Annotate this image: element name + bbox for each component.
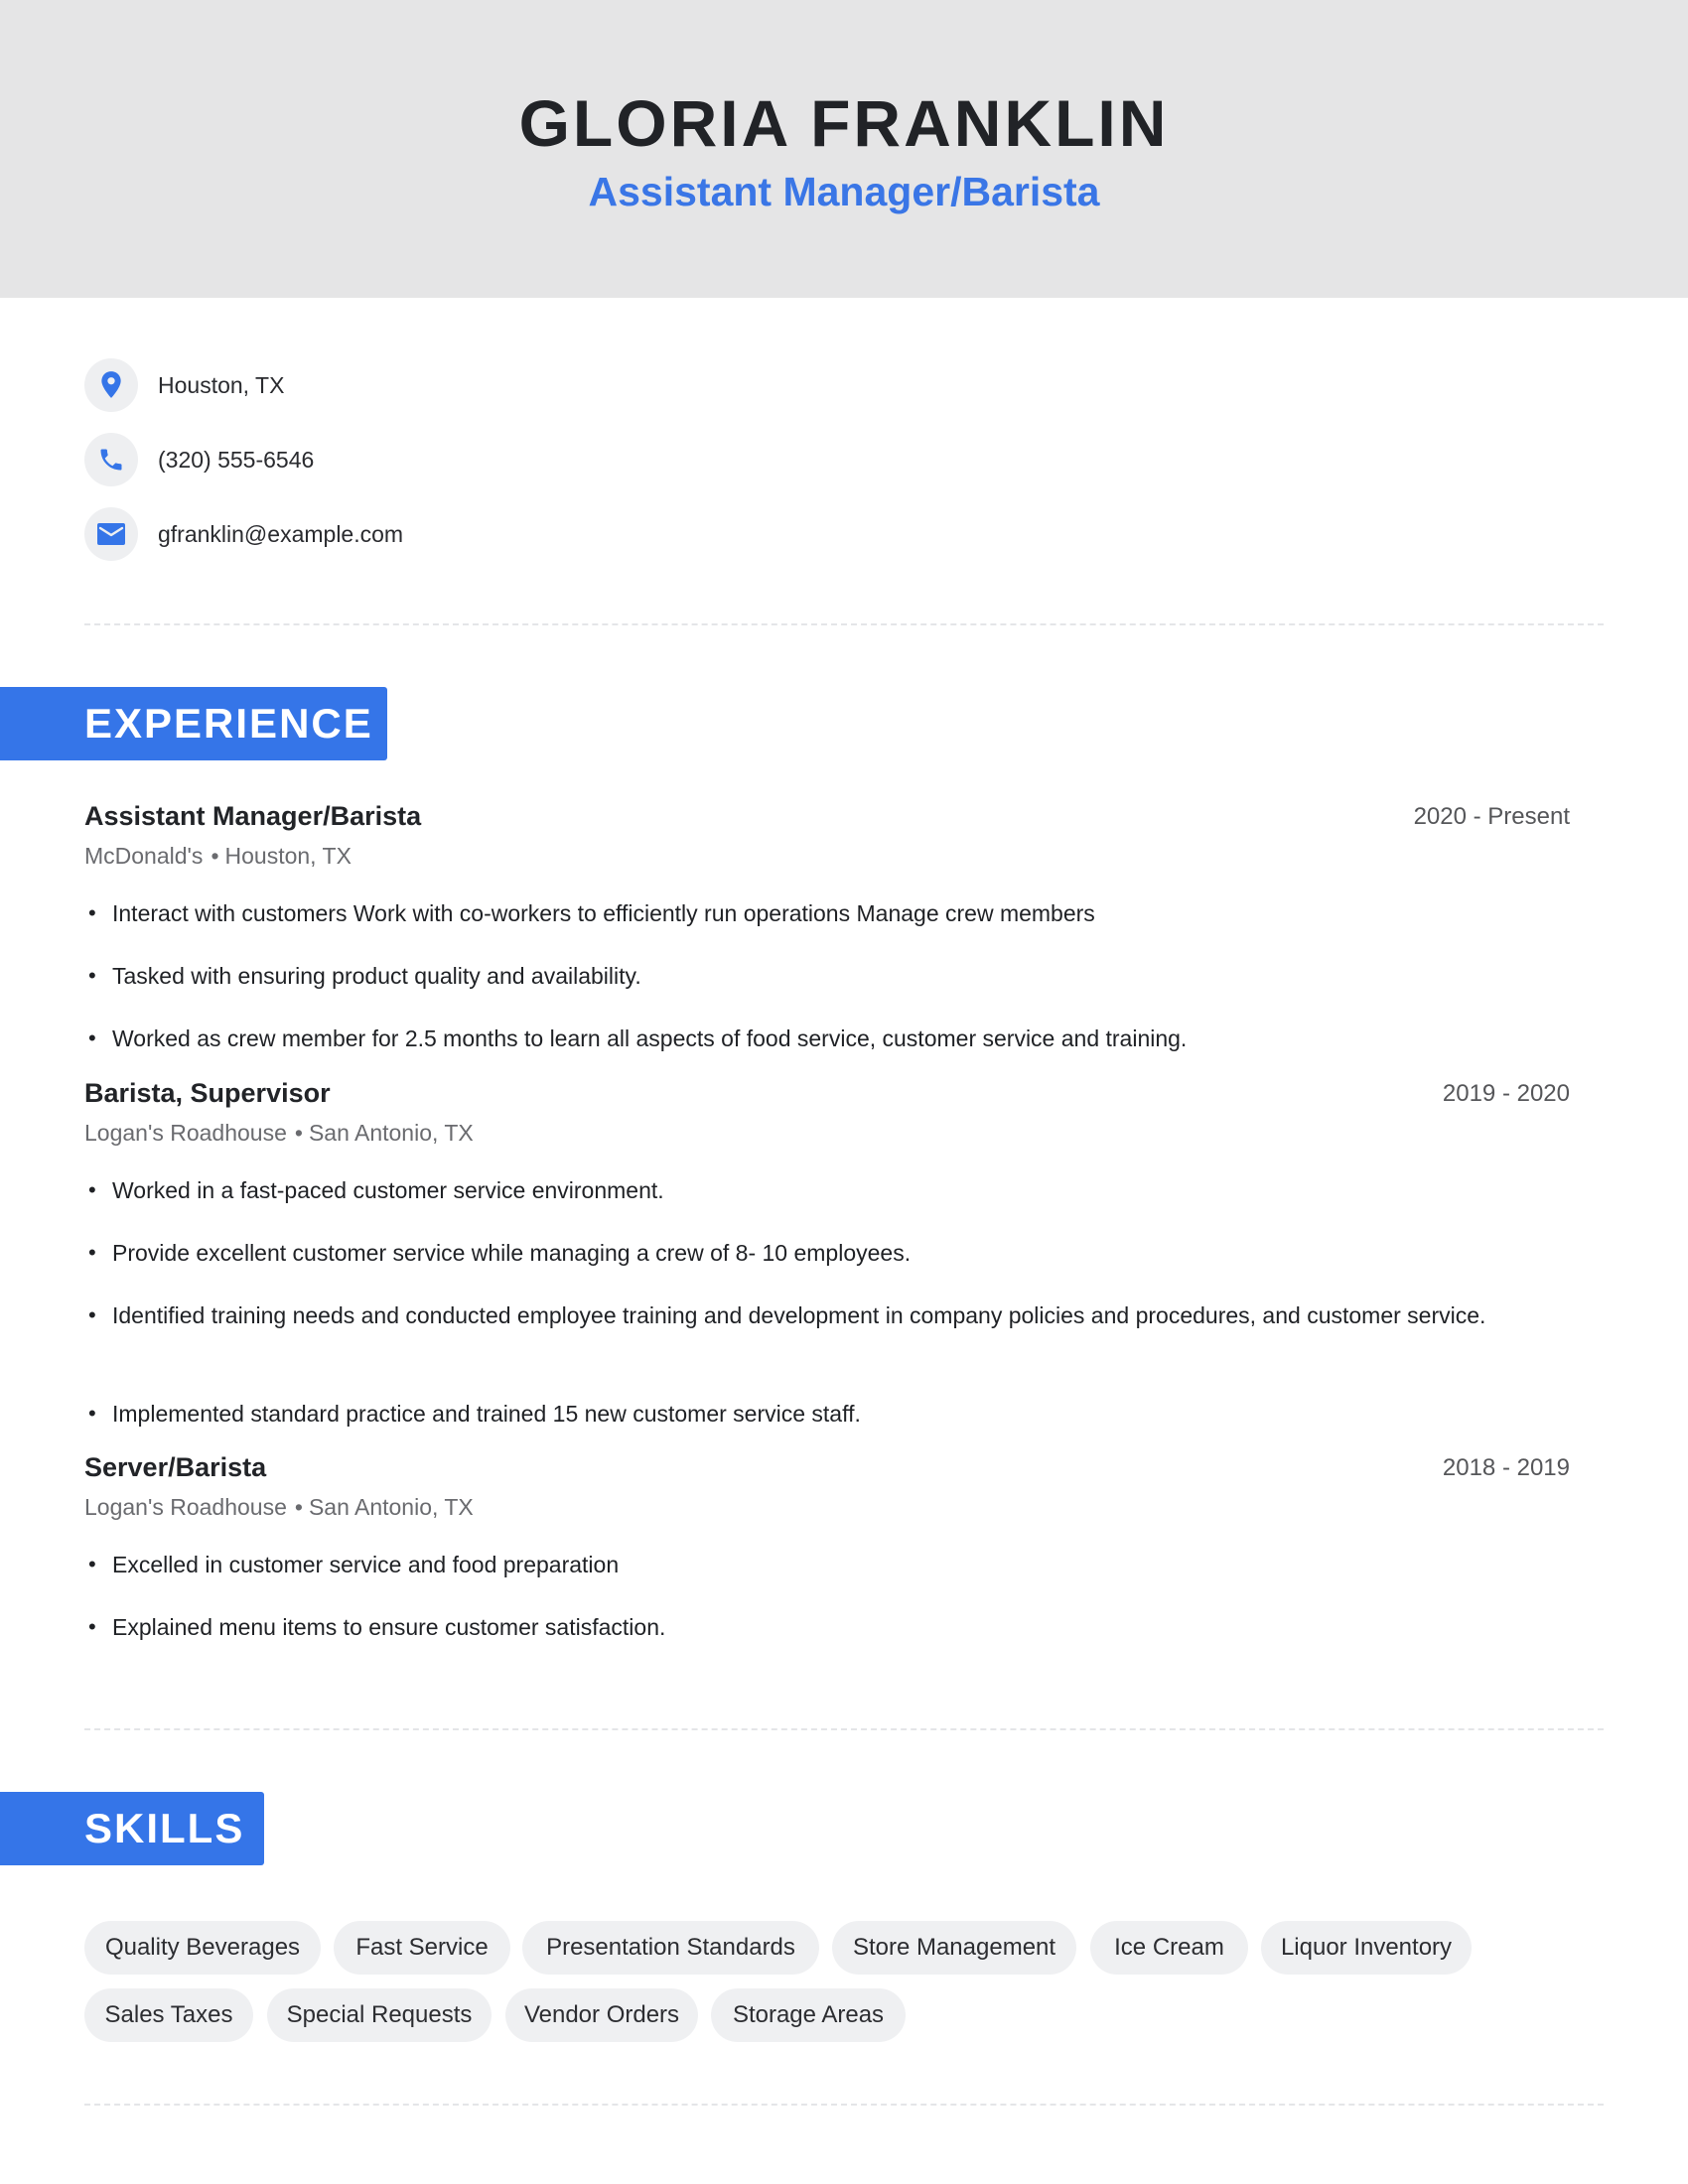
contact-phone: (320) 555-6546	[84, 433, 680, 486]
resume-header: GLORIA FRANKLIN Assistant Manager/Barist…	[0, 0, 1688, 298]
job-bullet: Tasked with ensuring product quality and…	[84, 958, 1534, 994]
contact-location: Houston, TX	[84, 358, 680, 412]
skill-pill: Fast Service	[334, 1921, 510, 1975]
job-bullet: Explained menu items to ensure customer …	[84, 1609, 1534, 1645]
job-dates: 2019 - 2020	[1442, 1080, 1570, 1107]
email-text: gfranklin@example.com	[158, 520, 404, 547]
job-title: Barista, Supervisor	[84, 1078, 331, 1108]
job-bullet: Identified training needs and conducted …	[84, 1297, 1514, 1333]
job-company: McDonald's	[84, 843, 204, 869]
meta-separator: •	[211, 843, 219, 869]
section-divider	[84, 1728, 1604, 1730]
experience-heading: EXPERIENCE	[0, 687, 387, 760]
job-title: Server/Barista	[84, 1452, 267, 1482]
phone-icon	[84, 433, 138, 486]
skill-pill: Special Requests	[267, 1988, 492, 2042]
skill-pill: Storage Areas	[711, 1988, 906, 2042]
job-location: Houston, TX	[224, 843, 352, 869]
experience-heading-text: EXPERIENCE	[84, 700, 373, 747]
job-company: Logan's Roadhouse	[84, 1494, 287, 1520]
skill-pill: Liquor Inventory	[1261, 1921, 1472, 1975]
section-divider	[84, 2104, 1604, 2106]
phone-text: (320) 555-6546	[158, 446, 315, 473]
job-company: Logan's Roadhouse	[84, 1120, 287, 1146]
job-bullet: Excelled in customer service and food pr…	[84, 1547, 1534, 1582]
contact-email: gfranklin@example.com	[84, 507, 680, 561]
skill-pill: Presentation Standards	[522, 1921, 819, 1975]
section-divider	[84, 623, 1604, 625]
email-icon	[84, 507, 138, 561]
skill-pill: Ice Cream	[1090, 1921, 1248, 1975]
job-bullet: Implemented standard practice and traine…	[84, 1396, 1534, 1432]
job-bullet: Worked in a fast-paced customer service …	[84, 1172, 1534, 1208]
job-meta: Logan's Roadhouse • San Antonio, TX	[84, 1492, 474, 1522]
job-dates: 2018 - 2019	[1442, 1454, 1570, 1481]
job-meta: McDonald's • Houston, TX	[84, 841, 352, 871]
job-title: Assistant Manager/Barista	[84, 801, 422, 831]
skills-heading: SKILLS	[0, 1792, 264, 1865]
job-location: San Antonio, TX	[308, 1494, 474, 1520]
skill-pill: Sales Taxes	[84, 1988, 253, 2042]
job-bullet: Worked as crew member for 2.5 months to …	[84, 1021, 1534, 1056]
skill-pill: Vendor Orders	[505, 1988, 698, 2042]
candidate-headline: Assistant Manager/Barista	[588, 169, 1100, 214]
job-dates: 2020 - Present	[1413, 803, 1570, 830]
skill-pill: Quality Beverages	[84, 1921, 321, 1975]
candidate-name: GLORIA FRANKLIN	[518, 86, 1170, 160]
job-bullet: Provide excellent customer service while…	[84, 1235, 1534, 1271]
job-meta: Logan's Roadhouse • San Antonio, TX	[84, 1118, 474, 1148]
meta-separator: •	[294, 1120, 303, 1146]
location-pin-icon	[84, 358, 138, 412]
skill-pill: Store Management	[832, 1921, 1076, 1975]
job-bullet: Interact with customers Work with co-wor…	[84, 895, 1534, 931]
location-text: Houston, TX	[158, 371, 285, 398]
job-location: San Antonio, TX	[308, 1120, 474, 1146]
meta-separator: •	[294, 1494, 303, 1520]
skills-heading-text: SKILLS	[84, 1805, 245, 1851]
